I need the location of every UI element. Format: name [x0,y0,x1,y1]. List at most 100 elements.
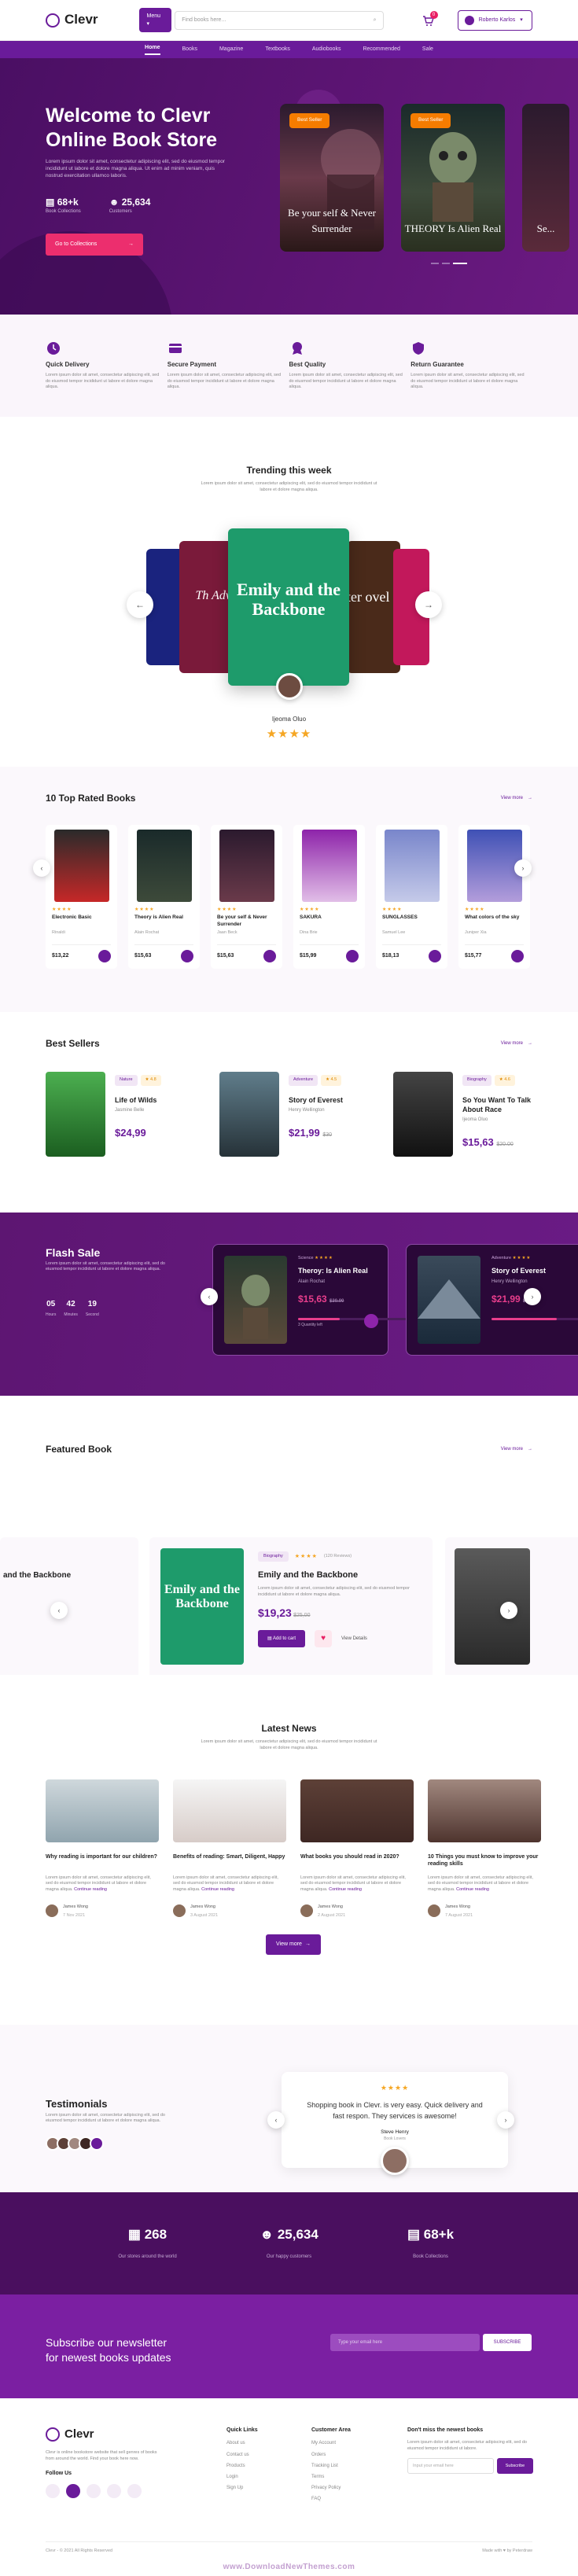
hero-book-card[interactable]: Best Seller THEORY Is Alien Real [401,104,505,252]
footer-link[interactable]: My Account [311,2440,351,2446]
bag-icon[interactable] [429,949,441,962]
nav-audiobooks[interactable]: Audiobooks [312,46,341,53]
news-title[interactable]: What books you should read in 2020? [300,1853,414,1872]
footer-link[interactable]: Privacy Policy [311,2485,351,2491]
add-to-cart-button[interactable]: ▤ Add to cart [258,1630,306,1648]
nav-sale[interactable]: Sale [422,46,433,53]
youtube-icon[interactable] [107,2483,121,2498]
book-card[interactable]: ★★★★ Be your self & Never Surrender Jaan… [211,825,282,969]
hero-book-card[interactable]: Se... [522,104,569,252]
footer-link[interactable]: Orders [311,2452,351,2458]
search-input[interactable]: Find books here... ⌕ [175,10,384,30]
footer-link[interactable]: Tracking List [311,2463,351,2469]
facebook-icon[interactable] [46,2483,60,2498]
top-bar: Clevr Menu ▾ Find books here... ⌕ 0 Rober… [0,0,578,41]
book-card[interactable]: ★★★★ SAKURA Dina Brie $15,99 [293,825,365,969]
news-card[interactable]: What books you should read in 2020? Lore… [300,1779,414,1919]
view-more-link[interactable]: View more → [501,1446,532,1452]
flash-book-card[interactable]: Science ★★★★ Theroy: Is Alien Real Alain… [212,1244,416,1356]
bag-icon[interactable] [346,949,359,962]
book-card[interactable]: ★★★★ What colors of the sky Juniper Xia … [458,825,530,969]
book-card[interactable]: ★★★★ SUNGLASSES Samuel Lee $18,13 [376,825,447,969]
prev-arrow-icon[interactable]: ‹ [201,1288,218,1305]
next-arrow-icon[interactable]: › [500,1602,517,1619]
instagram-icon[interactable] [66,2483,80,2498]
counter-label: Our stores around the world [118,2254,177,2260]
footer-link[interactable]: Sign Up [226,2485,258,2491]
view-more-link[interactable]: View more → [501,1040,532,1047]
footer-logo[interactable]: Clevr [46,2427,164,2442]
footer-link[interactable]: Contact us [226,2452,258,2458]
heart-icon[interactable]: ♥ [315,1630,333,1648]
prev-arrow-icon[interactable]: ← [127,591,153,618]
news-title[interactable]: 10 Things you must know to improve your … [428,1853,541,1872]
bag-icon[interactable] [98,949,111,962]
next-arrow-icon[interactable]: › [497,2111,514,2129]
nav-home[interactable]: Home [145,44,160,56]
bag-icon[interactable] [364,1314,378,1328]
trending-book[interactable]: ter ovel [347,541,400,673]
news-card[interactable]: 10 Things you must know to improve your … [428,1779,541,1919]
book-name: Emily and the Backbone [258,1570,359,1581]
book-card[interactable]: Adventure ★ 4.5 Story of Everest Henry We… [219,1072,359,1157]
book-card[interactable]: ★★★★ Electronic Basic Rinaldi $13,22 [46,825,117,969]
trending-book-active[interactable]: Emily and the Backbone [228,528,349,686]
next-arrow-icon[interactable]: → [415,591,442,618]
prev-arrow-icon[interactable]: ‹ [50,1602,68,1619]
news-card[interactable]: Why reading is important for our childre… [46,1779,159,1919]
news-title[interactable]: Benefits of reading: Smart, Diligent, Ha… [173,1853,286,1872]
featured-book-card[interactable]: Emily and the Backbone Biography ★★★★ (120… [149,1537,433,1675]
news-card[interactable]: Benefits of reading: Smart, Diligent, Ha… [173,1779,286,1919]
nav-books[interactable]: Books [182,46,197,53]
view-details-link[interactable]: View Details [341,1636,367,1642]
flash-book-card[interactable]: Adventure ★★★★ Story of Everest Henry We… [406,1244,578,1356]
prev-arrow-icon[interactable]: ‹ [33,859,50,877]
nav-magazine[interactable]: Magazine [219,46,243,53]
bag-icon[interactable] [511,949,524,962]
slider-dot[interactable] [442,263,450,264]
subscribe-button[interactable]: SUBSCRIBE [483,2334,532,2351]
footer-link[interactable]: Products [226,2463,258,2469]
nav-recommended[interactable]: Recommended [363,46,399,53]
continue-reading-link[interactable]: Continue reading [329,1887,362,1892]
slider-dot[interactable] [431,263,439,264]
go-to-collections-button[interactable]: Go to Collections → [46,234,143,256]
footer-email-input[interactable]: Input your email here [407,2458,494,2475]
reviewer-name: Steve Henry [381,2129,409,2136]
continue-reading-link[interactable]: Continue reading [74,1887,107,1892]
cart-icon[interactable]: 0 [422,10,438,27]
book-card[interactable]: Biography ★ 4.6 So You Want To Talk About… [393,1072,532,1157]
nav-textbooks[interactable]: Textbooks [265,46,290,53]
linkedin-icon[interactable] [127,2483,142,2498]
hero-book-card[interactable]: Best Seller Be your self & Never Surrend… [280,104,384,252]
slider-dots[interactable] [431,263,467,264]
footer-link[interactable]: FAQ [311,2496,351,2502]
continue-reading-link[interactable]: Continue reading [456,1887,489,1892]
hero-section: Welcome to Clevr Online Book Store Lorem … [0,58,578,315]
book-card[interactable]: Nature ★ 4.8 Life of Wilds Jasmine Belle … [46,1072,185,1157]
twitter-icon[interactable] [87,2483,101,2498]
featured-side-card[interactable]: and the Backbone [0,1537,138,1675]
footer-subscribe-button[interactable]: Subscribe [497,2458,533,2475]
continue-reading-link[interactable]: Continue reading [201,1887,234,1892]
bag-icon[interactable] [263,949,276,962]
view-more-link[interactable]: View more → [501,795,532,801]
bag-icon[interactable] [181,949,193,962]
search-icon[interactable]: ⌕ [374,17,377,24]
next-arrow-icon[interactable]: › [524,1288,541,1305]
newsletter-email-input[interactable]: Type your email here [330,2334,480,2351]
footer-link[interactable]: Terms [311,2474,351,2480]
logo[interactable]: Clevr [46,11,98,29]
prev-arrow-icon[interactable]: ‹ [267,2111,285,2129]
user-menu-button[interactable]: Roberto Karlos ▾ [457,9,533,31]
menu-button[interactable]: Menu ▾ [138,8,172,32]
news-title[interactable]: Why reading is important for our childre… [46,1853,159,1872]
footer-link[interactable]: Login [226,2474,258,2480]
next-arrow-icon[interactable]: › [514,859,532,877]
slider-dot[interactable] [453,263,467,264]
book-card[interactable]: ★★★★ Theory is Alien Real Alain Rochat $… [128,825,200,969]
view-more-button[interactable]: View more → [266,1934,321,1955]
footer-link[interactable]: About us [226,2440,258,2446]
author-name: James Wong [190,1904,215,1910]
trending-book[interactable]: Th Adv [179,541,234,673]
